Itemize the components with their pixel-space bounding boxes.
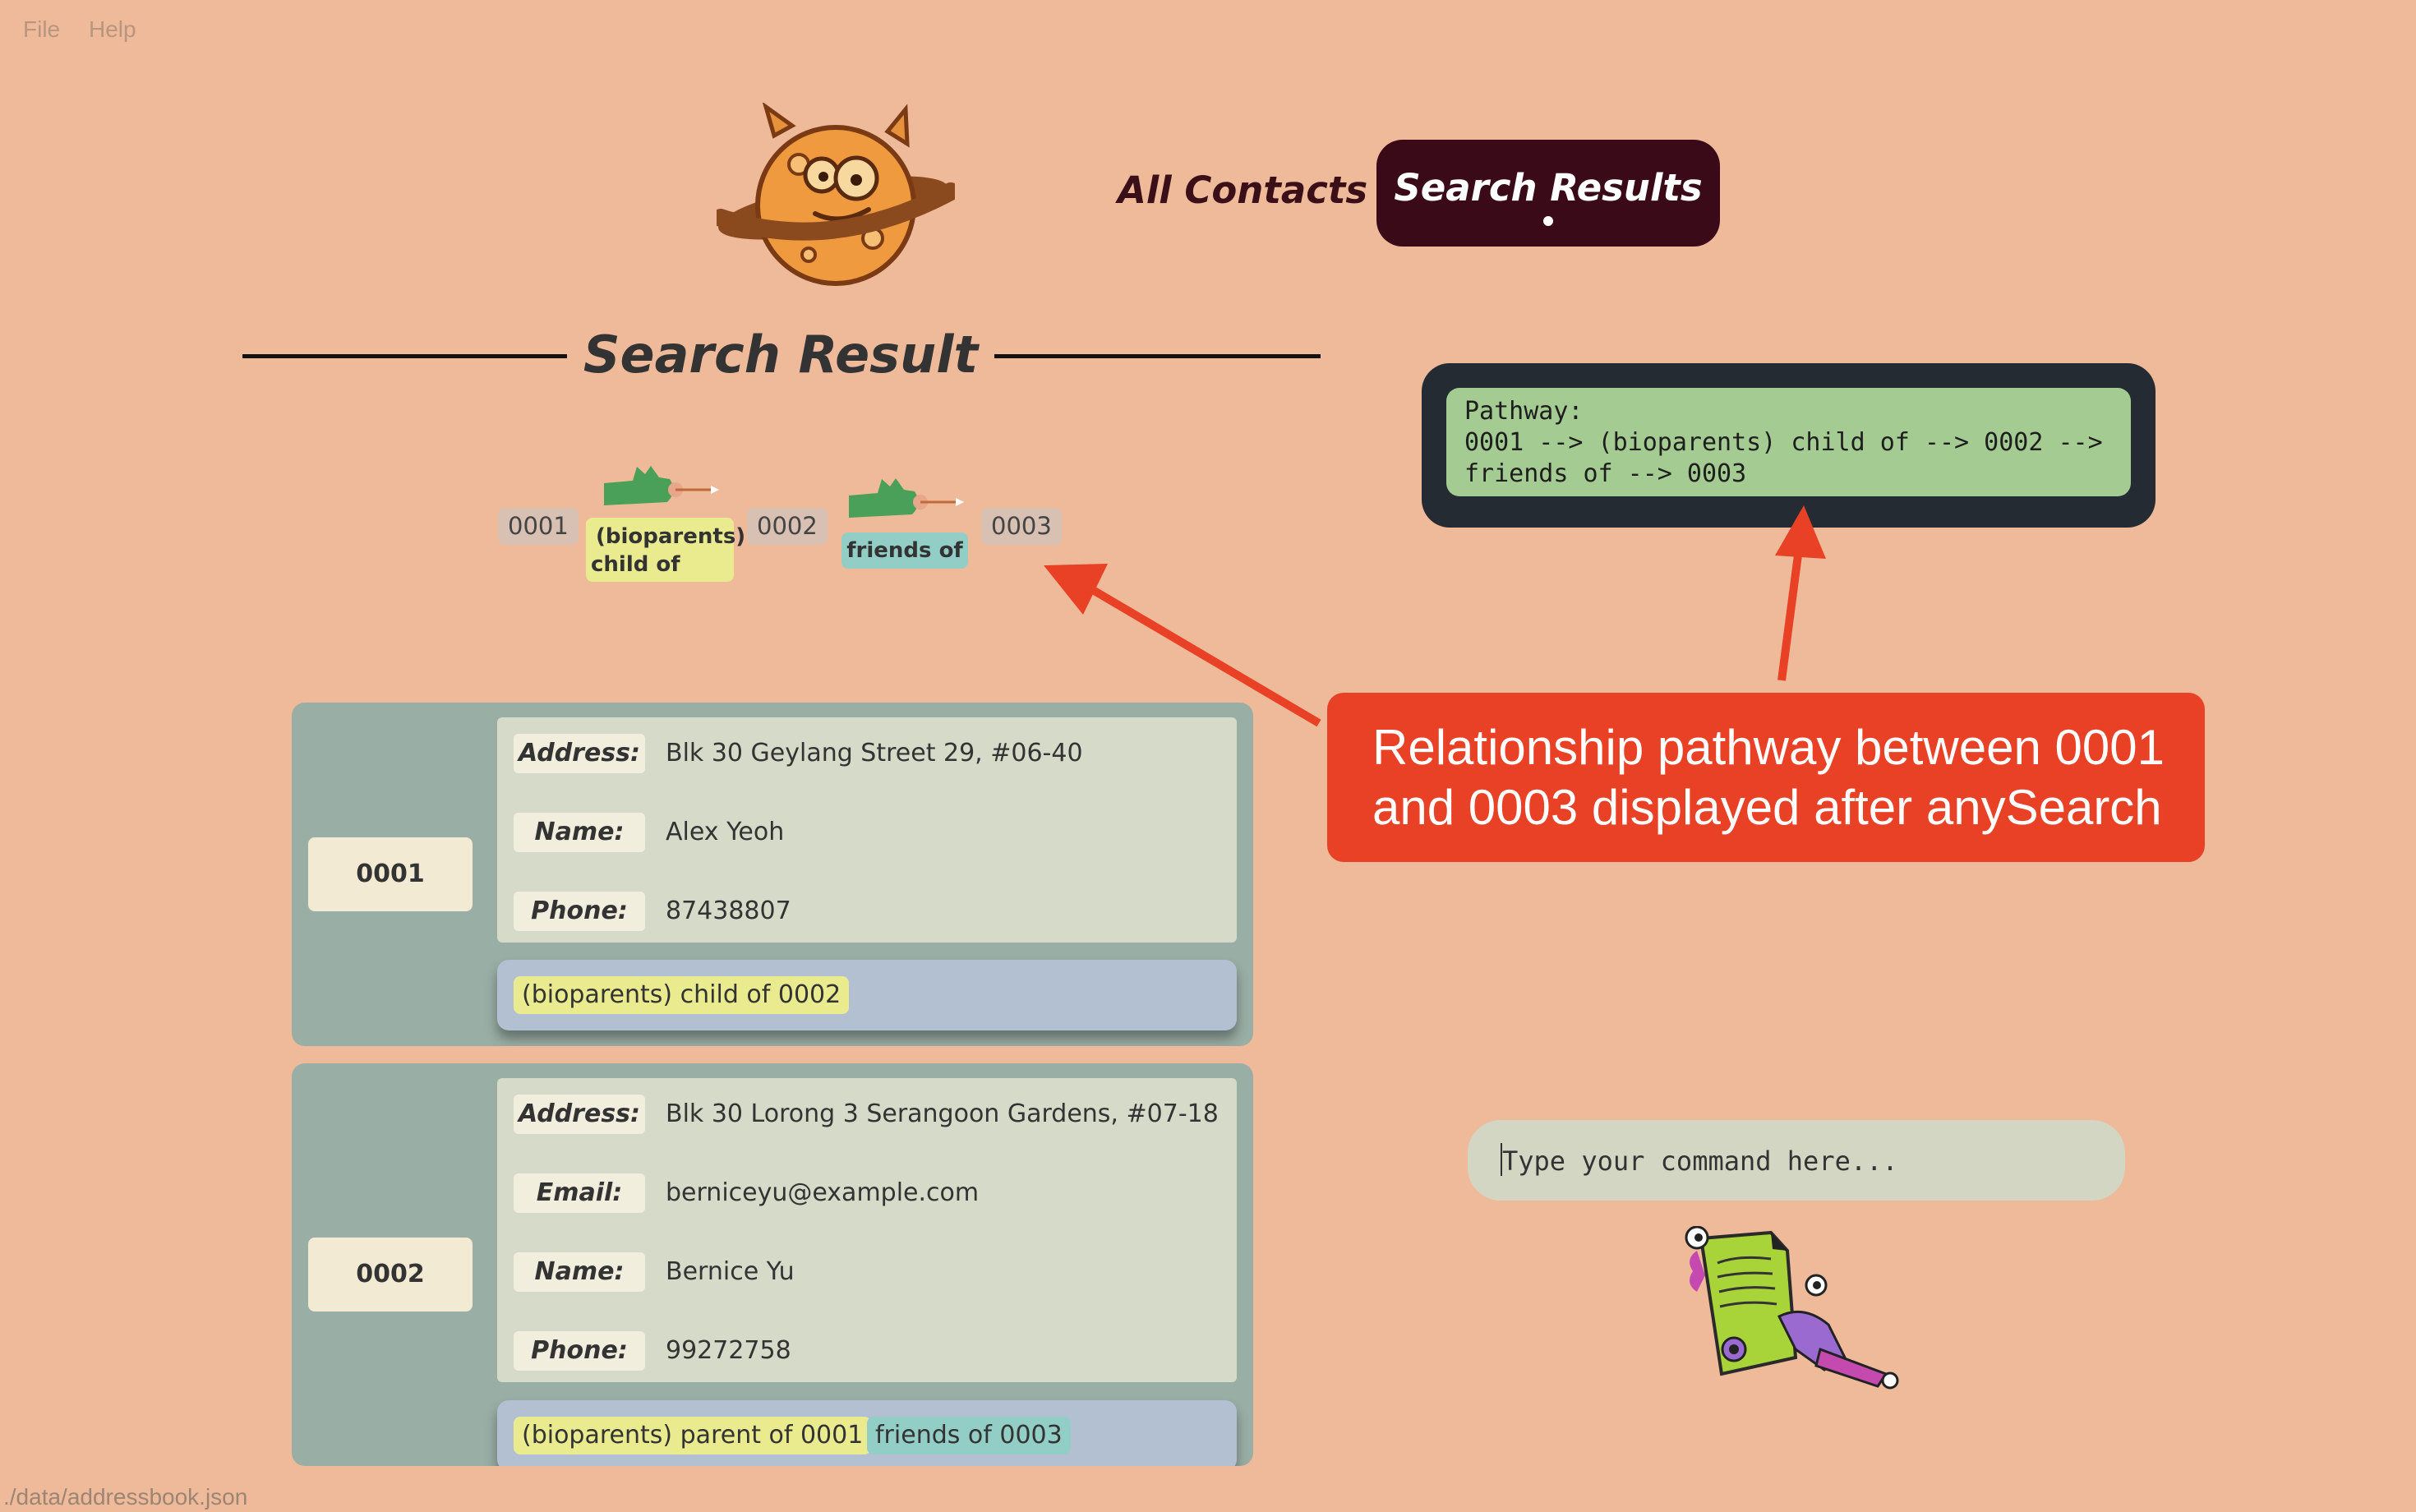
contact-card[interactable]: 0001 Address: Blk 30 Geylang Street 29, … bbox=[292, 703, 1253, 1046]
relationship-tag[interactable]: (bioparents) parent of 0001 bbox=[514, 1417, 872, 1454]
relationship-tag[interactable]: (bioparents) child of 0002 bbox=[514, 976, 850, 1014]
command-input[interactable] bbox=[1501, 1140, 2096, 1182]
field-value: Blk 30 Geylang Street 29, #06-40 bbox=[666, 739, 1083, 768]
contact-info-panel: Address: Blk 30 Lorong 3 Serangoon Garde… bbox=[497, 1078, 1237, 1382]
field-value: Alex Yeoh bbox=[666, 818, 785, 846]
relationship-tag[interactable]: friends of 0003 bbox=[867, 1417, 1071, 1454]
annotation-arrowhead-pathway bbox=[1775, 505, 1826, 559]
field-value: Blk 30 Lorong 3 Serangoon Gardens, #07-1… bbox=[666, 1099, 1219, 1128]
field-label: Name: bbox=[514, 813, 645, 852]
monster-with-document-mascot bbox=[1685, 1226, 1899, 1390]
contact-tags-bar: (bioparents) child of 0002 bbox=[497, 960, 1237, 1030]
contact-card[interactable]: 0002 Address: Blk 30 Lorong 3 Serangoon … bbox=[292, 1063, 1253, 1466]
annotation-callout: Relationship pathway between 0001 and 00… bbox=[1327, 693, 2205, 862]
field-label: Name: bbox=[514, 1252, 645, 1292]
contact-id: 0001 bbox=[308, 837, 473, 911]
command-box[interactable] bbox=[1468, 1120, 2125, 1201]
field-value: 87438807 bbox=[666, 897, 791, 925]
field-value: 99272758 bbox=[666, 1336, 791, 1365]
annotation-line-2: and 0003 displayed after anySearch bbox=[1372, 780, 2162, 835]
field-label: Phone: bbox=[514, 892, 645, 931]
field-label: Address: bbox=[514, 1095, 645, 1134]
field-value: berniceyu@example.com bbox=[666, 1178, 980, 1207]
annotation-line-1: Relationship pathway between 0001 bbox=[1372, 720, 2165, 775]
annotation-arrow-to-pathway bbox=[1777, 542, 1804, 681]
field-value: Bernice Yu bbox=[666, 1257, 795, 1286]
field-label: Phone: bbox=[514, 1331, 645, 1371]
contact-info-panel: Address: Blk 30 Geylang Street 29, #06-4… bbox=[497, 717, 1237, 943]
status-bar-path: ./data/addressbook.json bbox=[3, 1484, 248, 1510]
annotation-text: Relationship pathway between 0001 and 00… bbox=[1372, 717, 2165, 837]
contact-id: 0002 bbox=[308, 1238, 473, 1311]
field-label: Email: bbox=[514, 1173, 645, 1213]
field-label: Address: bbox=[514, 734, 645, 773]
contact-tags-bar: (bioparents) parent of 0001 friends of 0… bbox=[497, 1400, 1237, 1466]
